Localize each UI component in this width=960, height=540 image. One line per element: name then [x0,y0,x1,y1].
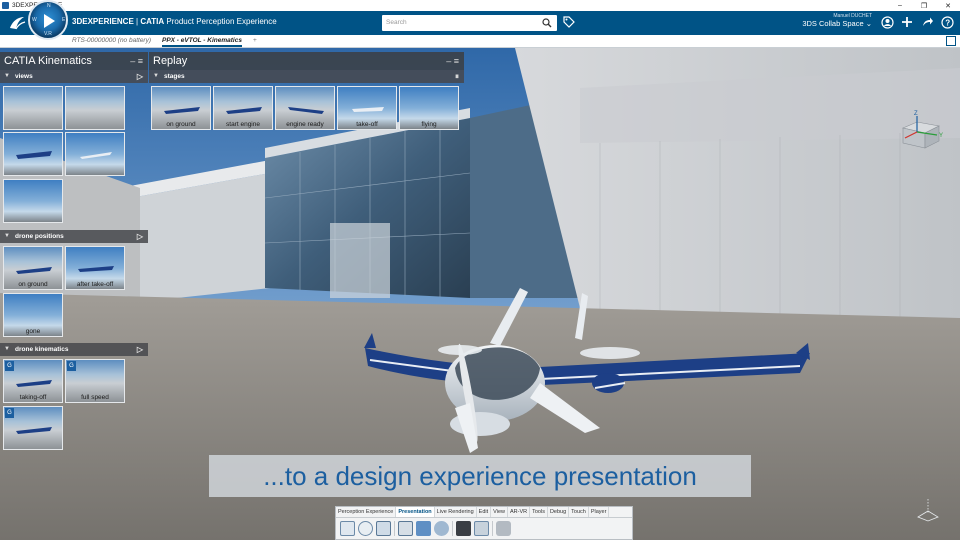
view-thumb-2[interactable] [65,86,125,130]
kinematics-thumb-full-speed[interactable]: Gfull speed [65,359,125,403]
presentation-subtitle: ...to a design experience presentation [209,455,751,497]
tab-view[interactable]: View [491,507,508,517]
stage-thumb-take-off[interactable]: take-off [337,86,397,130]
collapse-triangle-icon: ▼ [4,346,10,352]
fullscreen-icon[interactable] [946,36,956,46]
stage-thumb-engine-ready[interactable]: engine ready [275,86,335,130]
section-stages[interactable]: ▼ stages ⏸ [149,70,464,83]
action-bar: Perception Experience Presentation Live … [335,506,633,540]
view-thumb-5[interactable] [3,179,63,223]
add-icon[interactable] [900,15,914,29]
brand-title: 3DEXPERIENCE | CATIA Product Perception … [72,17,277,26]
document-tab-bar: RTS-00000000 (no battery) PPX - eVTOL - … [0,35,960,48]
position-thumb-on-ground[interactable]: on ground [3,246,63,290]
replay-menu-icon[interactable]: – ≡ [446,52,459,70]
tab-player[interactable]: Player [589,507,610,517]
view-thumb-1[interactable] [3,86,63,130]
tab-tools[interactable]: Tools [530,507,548,517]
kinematics-badge-icon: G [67,361,76,371]
zoom-icon[interactable] [358,521,373,536]
tab-live-rendering[interactable]: Live Rendering [435,507,477,517]
search-input[interactable]: Search [382,15,557,31]
play-positions-icon[interactable]: ▷ [137,230,143,243]
tab-ar-vr[interactable]: AR-VR [508,507,531,517]
pause-icon[interactable]: ⏸ [455,70,459,83]
search-icon[interactable] [542,18,552,28]
minimize-button[interactable]: – [888,2,912,10]
tab-rts[interactable]: RTS-00000000 (no battery) [72,37,151,44]
film-icon[interactable] [456,521,471,536]
tab-ppx-evtol[interactable]: PPX - eVTOL - Kinematics [162,37,242,47]
app-icon [2,2,9,9]
tab-perception-experience[interactable]: Perception Experience [336,507,397,517]
capture-icon[interactable] [474,521,489,536]
app-header: 3DEXPERIENCE | CATIA Product Perception … [0,11,960,35]
position-thumb-gone[interactable]: gone [3,293,63,337]
tab-debug[interactable]: Debug [548,507,570,517]
restore-button[interactable]: ❐ [912,2,936,10]
ground-plane-icon[interactable] [914,495,942,523]
collapse-triangle-icon: ▼ [4,73,10,79]
collapse-triangle-icon: ▼ [4,233,10,239]
panel-menu-icon[interactable]: – ≡ [130,52,143,70]
collab-space-dropdown[interactable]: 3DS Collab Space ⌄ [790,19,872,28]
close-button[interactable]: ✕ [936,2,960,10]
kinematics-panel-title: CATIA Kinematics – ≡ [0,52,148,70]
svg-text:?: ? [945,18,950,27]
render-icon[interactable] [496,521,511,536]
section-views[interactable]: ▼ views ▷ [0,70,148,83]
compass-vr: V.R [44,31,52,37]
help-icon[interactable]: ? [940,15,954,29]
os-title-bar: 3DEXPERIENCE – ❐ ✕ [0,0,960,11]
replay-panel-title: Replay – ≡ [149,52,464,70]
play-icon [44,14,55,28]
scene-icon[interactable] [416,521,431,536]
kinematics-thumb-3[interactable]: G [3,406,63,450]
compass-north: N [47,3,51,9]
section-drone-positions[interactable]: ▼ drone positions ▷ [0,230,148,243]
kinematics-badge-icon: G [5,361,14,371]
compass-play-button[interactable]: N W E V.R [28,0,68,40]
tag-icon[interactable] [563,16,575,28]
collapse-triangle-icon: ▼ [153,73,159,79]
kinematics-icon[interactable] [376,521,391,536]
kinematics-thumb-taking-off[interactable]: Gtaking-off [3,359,63,403]
environment-icon[interactable] [434,521,449,536]
compass-west: W [32,17,37,23]
section-drone-kinematics[interactable]: ▼ drone kinematics ▷ [0,343,148,356]
stage-thumb-on-ground[interactable]: on ground [151,86,211,130]
stage-thumb-flying[interactable]: flying [399,86,459,130]
user-block[interactable]: Manuel DUCHET 3DS Collab Space ⌄ [790,13,872,28]
view-thumb-3[interactable] [3,132,63,176]
tab-edit[interactable]: Edit [477,507,492,517]
add-tab-button[interactable]: + [253,37,257,44]
chat-icon[interactable] [340,521,355,536]
play-views-icon[interactable]: ▷ [137,70,143,83]
stage-thumb-start-engine[interactable]: start engine [213,86,273,130]
view-thumb-4[interactable] [65,132,125,176]
ds-logo-icon[interactable] [4,12,30,34]
tab-touch[interactable]: Touch [569,507,589,517]
user-avatar-icon[interactable] [880,15,894,29]
compass-east: E [62,17,66,23]
axis-compass-icon[interactable]: Z Y [895,108,945,153]
play-kinematics-icon[interactable]: ▷ [137,343,143,356]
kinematics-badge-icon: G [5,408,14,418]
tab-presentation[interactable]: Presentation [396,507,435,517]
share-icon[interactable] [920,15,934,29]
position-thumb-after-take-off[interactable]: after take-off [65,246,125,290]
axis-y-label: Y [939,133,943,139]
sequence-icon[interactable] [398,521,413,536]
axis-z-label: Z [914,111,918,117]
